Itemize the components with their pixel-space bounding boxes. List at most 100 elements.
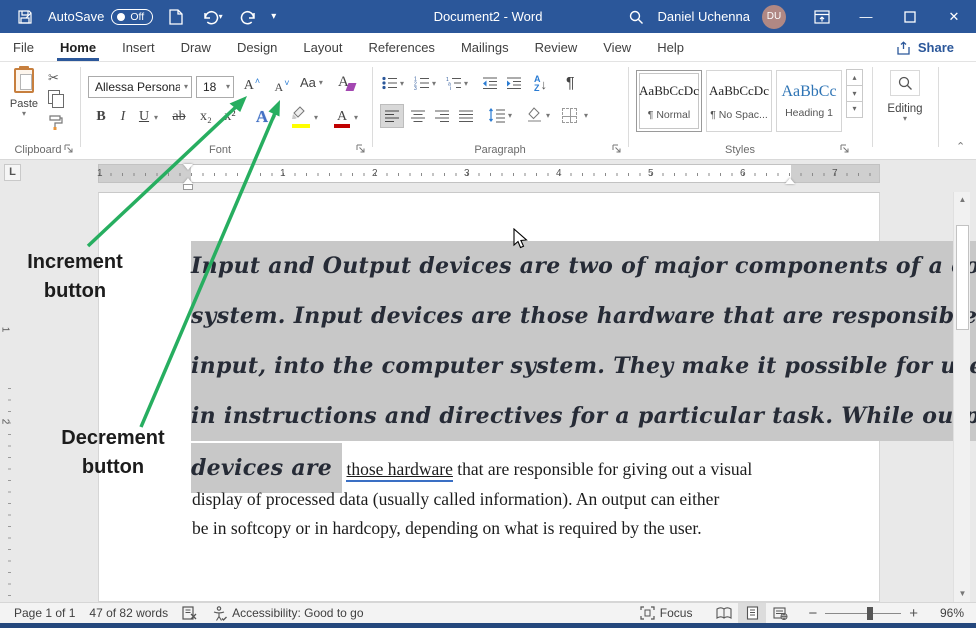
tab-help[interactable]: Help [644, 34, 697, 61]
zoom-level[interactable]: 96% [930, 606, 964, 620]
tab-review[interactable]: Review [522, 34, 591, 61]
justify-button[interactable] [458, 109, 474, 123]
proofing-errors-icon[interactable] [182, 606, 198, 620]
styles-more-icon[interactable]: ▾ [846, 101, 863, 118]
user-name[interactable]: Daniel Uchenna [657, 9, 750, 24]
font-size-combobox[interactable]: 18▾ [196, 76, 234, 98]
italic-button[interactable]: I [115, 106, 131, 128]
horizontal-ruler[interactable]: 1 1 2 3 4 5 6 7 [98, 164, 880, 183]
format-painter-icon[interactable] [48, 114, 64, 130]
document-page[interactable]: Input and Output devices are two of majo… [98, 192, 880, 602]
copy-icon[interactable] [48, 90, 60, 104]
right-indent-marker[interactable] [785, 173, 795, 184]
increase-font-size-button[interactable]: A˄ [240, 74, 264, 98]
shading-dropdown-icon[interactable]: ▾ [546, 112, 550, 120]
tab-layout[interactable]: Layout [290, 34, 355, 61]
focus-mode-button[interactable]: Focus [640, 606, 693, 620]
page-indicator[interactable]: Page 1 of 1 [14, 606, 75, 620]
increase-indent-button[interactable] [506, 76, 522, 90]
numbering-button[interactable]: 123 [414, 76, 430, 90]
bold-button[interactable]: B [92, 106, 110, 128]
style-heading1[interactable]: AaBbCc Heading 1 [776, 70, 842, 132]
tab-draw[interactable]: Draw [168, 34, 224, 61]
avatar[interactable]: DU [762, 5, 786, 29]
mixed-text-line[interactable]: devices are those hardware that are resp… [191, 443, 752, 493]
text-effects-button[interactable]: A [252, 106, 272, 128]
align-center-button[interactable] [410, 109, 426, 123]
tab-mailings[interactable]: Mailings [448, 34, 522, 61]
decrease-font-size-button[interactable]: A˅ [270, 75, 294, 99]
show-formatting-marks-button[interactable]: ¶ [566, 75, 575, 93]
autosave-control[interactable]: AutoSave Off [48, 9, 153, 25]
collapse-ribbon-icon[interactable]: ⌃ [956, 142, 965, 153]
script-text-line[interactable]: input, into the computer system. They ma… [191, 341, 976, 391]
scroll-up-icon[interactable]: ▲ [955, 192, 970, 208]
font-name-combobox[interactable]: Allessa Personal U▾ [88, 76, 192, 98]
styles-dialog-launcher-icon[interactable] [840, 144, 852, 156]
font-dialog-launcher-icon[interactable] [356, 144, 368, 156]
new-document-icon[interactable] [167, 8, 185, 26]
read-mode-button[interactable] [710, 603, 738, 623]
line-spacing-button[interactable] [488, 107, 506, 123]
tab-view[interactable]: View [590, 34, 644, 61]
style-no-spacing[interactable]: AaBbCcDc ¶ No Spac... [706, 70, 772, 132]
undo-button[interactable]: ▾ [199, 8, 225, 26]
paragraph-dialog-launcher-icon[interactable] [612, 144, 624, 156]
numbering-dropdown-icon[interactable]: ▾ [432, 80, 436, 88]
close-button[interactable]: ✕ [932, 0, 976, 33]
tab-selector[interactable]: L [4, 164, 21, 181]
tab-home[interactable]: Home [47, 34, 109, 61]
maximize-button[interactable] [888, 0, 932, 33]
zoom-out-button[interactable]: − [808, 605, 817, 622]
zoom-slider-handle[interactable] [867, 607, 873, 620]
font-color-dropdown-icon[interactable]: ▾ [354, 114, 358, 122]
style-normal[interactable]: AaBbCcDc ¶ Normal [636, 70, 702, 132]
subscript-button[interactable]: x₂ [196, 106, 216, 128]
zoom-in-button[interactable]: + [909, 605, 918, 622]
search-icon[interactable] [627, 8, 645, 26]
borders-dropdown-icon[interactable]: ▾ [584, 112, 588, 120]
tab-insert[interactable]: Insert [109, 34, 168, 61]
styles-scroll-up-icon[interactable]: ▴ [846, 69, 863, 86]
word-count[interactable]: 47 of 82 words [89, 606, 168, 620]
body-text-line[interactable]: display of processed data (usually calle… [192, 489, 719, 510]
bullets-dropdown-icon[interactable]: ▾ [400, 80, 404, 88]
bullets-button[interactable] [382, 76, 398, 90]
align-left-button[interactable] [380, 104, 404, 128]
vertical-scrollbar[interactable]: ▲ ▼ [953, 192, 970, 602]
superscript-button[interactable]: x² [220, 106, 240, 128]
shading-button[interactable] [526, 107, 543, 123]
hanging-indent-marker[interactable] [183, 173, 193, 184]
clear-formatting-button[interactable]: A [338, 74, 355, 91]
text-highlight-button[interactable] [290, 106, 312, 128]
script-text-line[interactable]: in instructions and directives for a par… [191, 391, 976, 441]
script-text-line[interactable]: system. Input devices are those hardware… [191, 291, 976, 341]
scrollbar-thumb[interactable] [956, 225, 969, 330]
text-effects-dropdown-icon[interactable]: ▾ [272, 114, 276, 122]
redo-button[interactable] [239, 8, 257, 26]
undo-dropdown-icon[interactable]: ▾ [219, 13, 223, 21]
body-text-line[interactable]: be in softcopy or in hardcopy, depending… [192, 518, 702, 539]
customize-qat-icon[interactable]: ▾ [271, 12, 276, 22]
decrease-indent-button[interactable] [482, 76, 498, 90]
underline-dropdown-icon[interactable]: ▾ [154, 114, 158, 122]
multilevel-dropdown-icon[interactable]: ▾ [464, 80, 468, 88]
tab-design[interactable]: Design [224, 34, 290, 61]
autosave-toggle[interactable]: Off [111, 9, 153, 25]
script-text-line[interactable]: Input and Output devices are two of majo… [191, 241, 976, 291]
cut-icon[interactable]: ✂ [48, 70, 59, 86]
line-spacing-dropdown-icon[interactable]: ▾ [508, 112, 512, 120]
left-indent-marker[interactable] [183, 184, 193, 190]
print-layout-button[interactable] [738, 603, 766, 623]
tab-references[interactable]: References [355, 34, 447, 61]
font-color-button[interactable]: A [332, 106, 352, 128]
share-button[interactable]: Share [889, 37, 962, 58]
zoom-slider[interactable] [825, 613, 901, 614]
paste-button[interactable]: Paste ▾ [6, 68, 42, 118]
change-case-button[interactable]: Aa▾ [300, 75, 323, 90]
align-right-button[interactable] [434, 109, 450, 123]
save-icon[interactable] [16, 8, 34, 26]
ribbon-display-options-icon[interactable] [800, 0, 844, 33]
sort-button[interactable]: AZ↓ [534, 75, 547, 93]
scroll-down-icon[interactable]: ▼ [955, 586, 970, 602]
